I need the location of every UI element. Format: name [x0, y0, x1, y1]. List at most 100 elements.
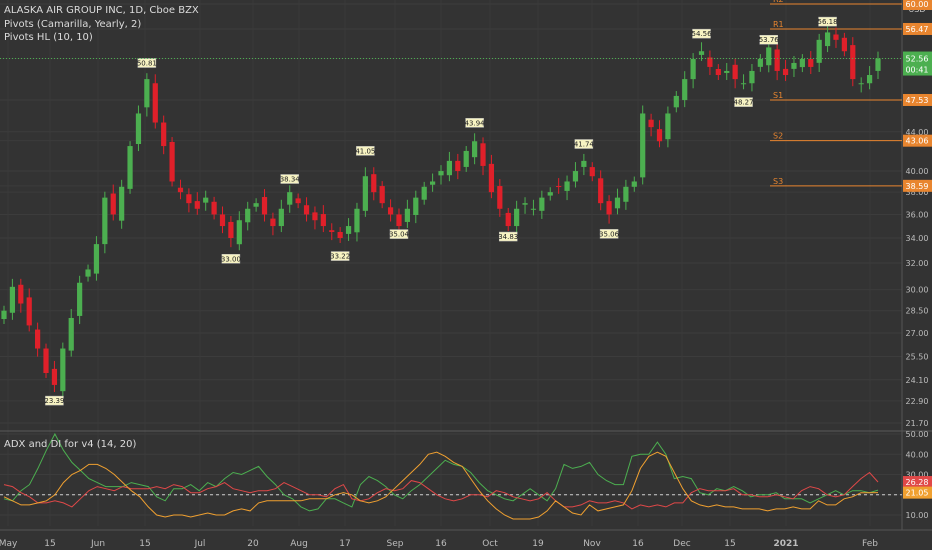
price-tick-label: 28.50 — [906, 307, 929, 316]
candle-body — [152, 83, 158, 123]
candle — [640, 105, 646, 185]
candle-body — [858, 83, 864, 85]
candle-body — [35, 329, 41, 349]
pivot-name-s1: S1 — [773, 91, 783, 100]
candle-body — [362, 176, 368, 211]
candle-body — [799, 59, 805, 68]
candle-body — [219, 214, 226, 227]
price-tick-label: 34.00 — [906, 234, 929, 243]
candle-body — [127, 146, 133, 189]
pivot-label-high: 54.56 — [691, 30, 712, 38]
candle-body — [371, 174, 377, 193]
pivot-axis-label: 43.06 — [906, 137, 929, 146]
candle-body — [816, 39, 822, 63]
candle-body — [606, 201, 612, 215]
time-tick-label: Sep — [387, 539, 404, 549]
time-tick-label: 15 — [44, 539, 55, 549]
time-tick-label: Nov — [583, 539, 601, 549]
pivot-label-high: 56.18 — [818, 18, 838, 26]
candle — [127, 141, 133, 194]
indicator-pivots-camarilla[interactable]: Pivots (Camarilla, Yearly, 2) — [4, 19, 141, 31]
candle-body — [60, 348, 66, 392]
candle-body — [472, 141, 478, 158]
candle-body — [774, 49, 780, 71]
candle-body — [320, 214, 326, 227]
candle-body — [110, 193, 116, 215]
candle-body — [463, 150, 469, 167]
candle-body — [514, 208, 520, 227]
time-tick-label: Jul — [194, 539, 206, 549]
candle-body — [841, 37, 847, 52]
candle-body — [640, 113, 646, 178]
candle-body — [782, 68, 789, 76]
price-tick-label: 30.00 — [906, 286, 929, 295]
candle-body — [682, 79, 688, 101]
candle-body — [387, 207, 394, 215]
candle-body — [556, 186, 562, 188]
time-tick-label: 20 — [247, 539, 259, 549]
price-tick-label: 27.00 — [906, 329, 929, 338]
candle-body — [648, 119, 654, 128]
candle-body — [203, 197, 209, 203]
countdown-label: 00:41 — [905, 66, 928, 75]
symbol-title[interactable]: ALASKA AIR GROUP INC, 1D, Cboe BZX — [4, 5, 199, 17]
candle-body — [93, 244, 100, 274]
candle — [102, 191, 108, 254]
price-tick-label: 22.90 — [906, 397, 929, 406]
candle-body — [530, 208, 537, 210]
candle-body — [68, 317, 74, 351]
candle-body — [824, 32, 831, 47]
price-tick-label: 21.70 — [906, 419, 929, 428]
pivot-label-high: 50.81 — [137, 59, 157, 67]
candle-body — [43, 348, 49, 374]
candle — [169, 137, 175, 187]
candle-body — [740, 83, 747, 85]
candle-body — [438, 171, 444, 176]
candle-body — [396, 214, 402, 227]
candle-body — [850, 45, 856, 80]
candle-body — [724, 70, 730, 73]
pivot-axis-label: 47.53 — [906, 96, 929, 105]
candle-body — [791, 62, 797, 69]
pivot-name-r1: R1 — [773, 20, 784, 29]
candle-body — [547, 192, 553, 196]
candle-body — [312, 212, 318, 221]
time-tick-label: 16 — [435, 539, 447, 549]
time-tick-label: 19 — [532, 539, 544, 549]
adx-tick-label: 50.00 — [906, 430, 929, 439]
pivot-label-low: 33.22 — [330, 253, 350, 261]
candle-body — [26, 297, 32, 326]
pivot-label-high: 41.05 — [355, 147, 375, 155]
candle-body — [833, 34, 839, 40]
indicator-pivots-hl[interactable]: Pivots HL (10, 10) — [4, 32, 93, 44]
adx-tick-label: 10.00 — [906, 511, 929, 520]
last-price-label: 52.56 — [906, 55, 929, 64]
candle-body — [455, 160, 461, 172]
candle-body — [623, 186, 629, 202]
candle-body — [866, 75, 873, 84]
candle-body — [656, 129, 663, 142]
candle-body — [505, 212, 511, 227]
pivot-name-s2: S2 — [773, 132, 783, 141]
candle-body — [194, 201, 200, 209]
candle-body — [690, 59, 696, 80]
candle-body — [228, 221, 234, 238]
candle-body — [757, 59, 763, 67]
candle-body — [253, 203, 259, 207]
price-tick-label: 24.10 — [906, 376, 929, 385]
candle-body — [413, 197, 419, 215]
subpane-title[interactable]: ADX and DI for v4 (14, 20) — [4, 439, 136, 451]
candle-body — [85, 269, 91, 277]
candle-body — [177, 187, 184, 193]
pivot-name-r2: R2 — [773, 0, 784, 4]
pivot-label-high: 41.74 — [574, 141, 595, 149]
candle-body — [18, 284, 24, 304]
candle-body — [379, 186, 385, 204]
chart-svg[interactable]: R2 R1 S1 S2 S3 23.39 50.81 33.00 38.34 33.22 41.05… — [0, 0, 932, 550]
time-tick-label: Dec — [673, 539, 690, 549]
pivot-label-low: 35.04 — [389, 231, 410, 239]
candle-body — [161, 122, 167, 147]
candle-body — [875, 58, 881, 71]
pivot-label-low: 23.39 — [44, 397, 64, 405]
candle-body — [421, 186, 427, 200]
